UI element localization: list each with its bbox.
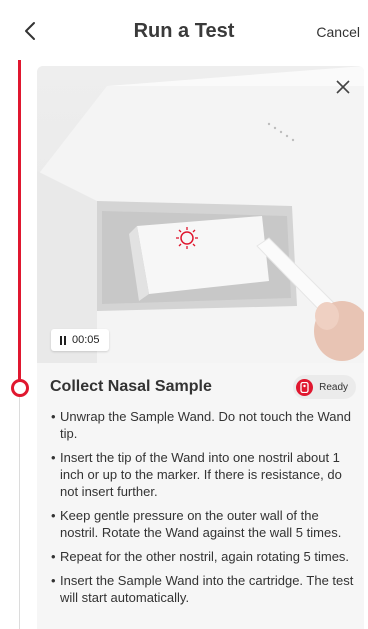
close-icon (336, 80, 350, 94)
timeline-progress-line (18, 60, 21, 385)
list-item: • Repeat for the other nostril, again rot… (51, 549, 350, 564)
list-item: • Insert the Sample Wand into the cartrid… (51, 573, 354, 605)
app-header: Run a Test Cancel (0, 0, 368, 62)
cancel-button[interactable]: Cancel (316, 24, 360, 40)
list-item: • Unwrap the Sample Wand. Do not touch th… (51, 409, 351, 441)
step-card: 00:05 Collect Nasal Sample Ready • Unwrap… (37, 66, 364, 629)
device-icon (296, 378, 314, 396)
timeline-remaining-line (19, 395, 20, 629)
pause-icon (60, 335, 66, 345)
step-header: Collect Nasal Sample Ready (50, 372, 356, 402)
status-badge: Ready (293, 375, 356, 399)
device-illustration (37, 66, 364, 363)
close-video-button[interactable] (332, 76, 354, 98)
timeline-current-step-marker (11, 379, 29, 397)
video-timestamp: 00:05 (72, 334, 100, 346)
step-title: Collect Nasal Sample (50, 378, 212, 395)
status-label: Ready (319, 381, 348, 393)
list-item: • Insert the tip of the Wand into one nos… (51, 450, 342, 499)
video-play-pause-control[interactable]: 00:05 (51, 329, 109, 351)
instruction-list: • Unwrap the Sample Wand. Do not touch th… (51, 408, 356, 613)
instruction-video[interactable]: 00:05 (37, 66, 364, 363)
page-title: Run a Test (133, 20, 235, 42)
list-item: • Keep gentle pressure on the outer wall … (51, 508, 342, 540)
